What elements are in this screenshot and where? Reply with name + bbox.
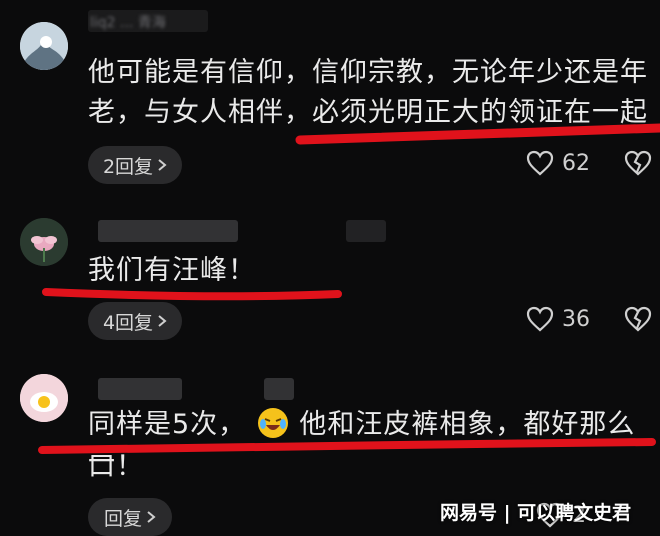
avatar[interactable] (20, 22, 68, 70)
broken-heart-icon (624, 150, 652, 176)
heart-icon (526, 150, 554, 176)
watermark: 网易号 | 可以聘文史君 (440, 502, 632, 524)
broken-heart-icon (624, 306, 652, 332)
heart-icon (526, 306, 554, 332)
comment-text-line: 他可能是有信仰，信仰宗教，无论年少还是年 (88, 57, 648, 88)
like-button[interactable]: 62 (526, 150, 590, 176)
comment-text-part: 同样是5次， (88, 409, 247, 440)
username-redacted (98, 220, 238, 242)
comment-text-line: 同样是5次， 他和汪皮裤相象，都好那么一 (88, 406, 660, 482)
egg-avatar-icon (20, 374, 68, 422)
dislike-button[interactable] (624, 306, 652, 336)
reply-count-label: 回复 (103, 507, 142, 530)
avatar[interactable] (20, 218, 68, 266)
avatar-image-icon (20, 22, 68, 70)
chevron-right-icon (158, 315, 167, 327)
chevron-right-icon (158, 159, 167, 171)
username-redacted (346, 220, 386, 242)
avatar[interactable] (20, 374, 68, 422)
dislike-button[interactable] (624, 150, 652, 180)
chevron-right-icon (147, 511, 156, 523)
username-meta: liq2 ... 青海 (90, 15, 166, 31)
like-count: 36 (562, 306, 590, 332)
lotus-avatar-icon (20, 218, 68, 266)
view-replies-button[interactable]: 2回复 (88, 146, 182, 184)
view-replies-button[interactable]: 4回复 (88, 302, 182, 340)
comment-text-line: 口！ (88, 451, 144, 482)
like-count: 62 (562, 150, 590, 176)
comment-text-line: 老，与女人相伴，必须光明正大的领证在一起 (88, 97, 648, 128)
username-redacted (98, 378, 182, 400)
username-redacted (264, 378, 294, 400)
reply-count-label: 2回复 (102, 155, 154, 178)
like-button[interactable]: 36 (526, 306, 590, 332)
comment-text-line: 我们有汪峰！ (88, 255, 256, 286)
view-replies-button[interactable]: 回复 (88, 498, 172, 536)
reply-count-label: 4回复 (102, 311, 154, 334)
crying-laughing-emoji-icon (257, 408, 288, 438)
